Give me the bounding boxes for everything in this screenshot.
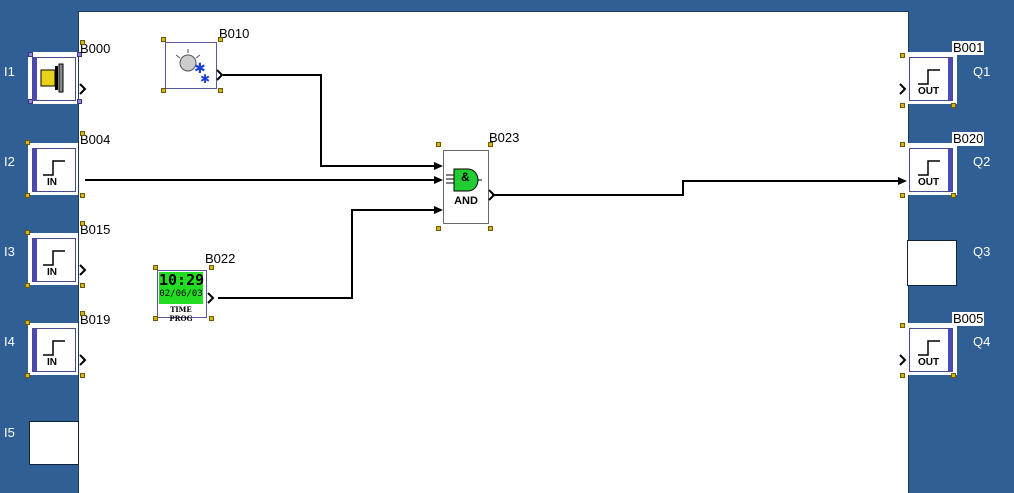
block-id-b020: B020 — [952, 131, 985, 146]
light-sensor-block[interactable]: ✱ ✱ — [165, 42, 217, 89]
wire-b022-to-and[interactable] — [218, 209, 436, 299]
and-caption: AND — [454, 195, 478, 207]
input-label-i4: I4 — [4, 334, 15, 349]
output-label-q3: Q3 — [973, 244, 991, 259]
out-caption: OUT — [918, 86, 940, 97]
light-sensor-icon: ✱ ✱ — [175, 49, 210, 86]
output-label-q1: Q1 — [973, 64, 991, 79]
output-block-q4[interactable]: OUT — [907, 323, 957, 375]
svg-text:✱: ✱ — [200, 72, 210, 86]
input-block-i2[interactable]: IN — [28, 143, 78, 195]
in-caption: IN — [47, 177, 57, 188]
out-caption: OUT — [918, 357, 940, 368]
out-caption: OUT — [918, 177, 940, 188]
block-id-b022: B022 — [205, 251, 236, 266]
and-gate-block[interactable]: & AND — [443, 150, 489, 224]
in-caption: IN — [47, 357, 57, 368]
input-label-i3: I3 — [4, 244, 15, 259]
time-prog-caption: TIME PROG — [169, 305, 193, 323]
block-id-b010: B010 — [219, 26, 250, 41]
pushbutton-icon — [33, 58, 64, 100]
wire-and-to-q2[interactable] — [492, 180, 900, 196]
and-gate-icon — [446, 168, 482, 192]
block-id-b005: B005 — [952, 311, 985, 326]
input-label-i5: I5 — [4, 425, 15, 440]
output-label-q2: Q2 — [973, 154, 991, 169]
input-label-i2: I2 — [4, 154, 15, 169]
output-block-q1[interactable]: OUT — [907, 52, 957, 104]
lcd-display-icon: 10:29 02/06/03 — [159, 272, 204, 304]
and-symbol: & — [461, 170, 470, 184]
block-id-b023: B023 — [489, 130, 520, 145]
block-id-b001: B001 — [952, 40, 985, 55]
output-block-q2[interactable]: OUT — [907, 143, 957, 195]
input-label-i1: I1 — [4, 64, 15, 79]
input-block-i3[interactable]: IN — [28, 233, 87, 285]
output-label-q4: Q4 — [973, 334, 991, 349]
output-slot-q3[interactable] — [907, 240, 957, 286]
wire-layer — [85, 74, 907, 299]
time-program-block[interactable]: 10:29 02/06/03 TIME PROG — [157, 270, 207, 323]
input-block-i1[interactable] — [28, 52, 87, 104]
input-slot-i5[interactable] — [29, 421, 79, 465]
in-caption: IN — [47, 267, 57, 278]
input-block-i4[interactable]: IN — [28, 323, 87, 375]
wire-b010-to-and[interactable] — [223, 74, 436, 167]
